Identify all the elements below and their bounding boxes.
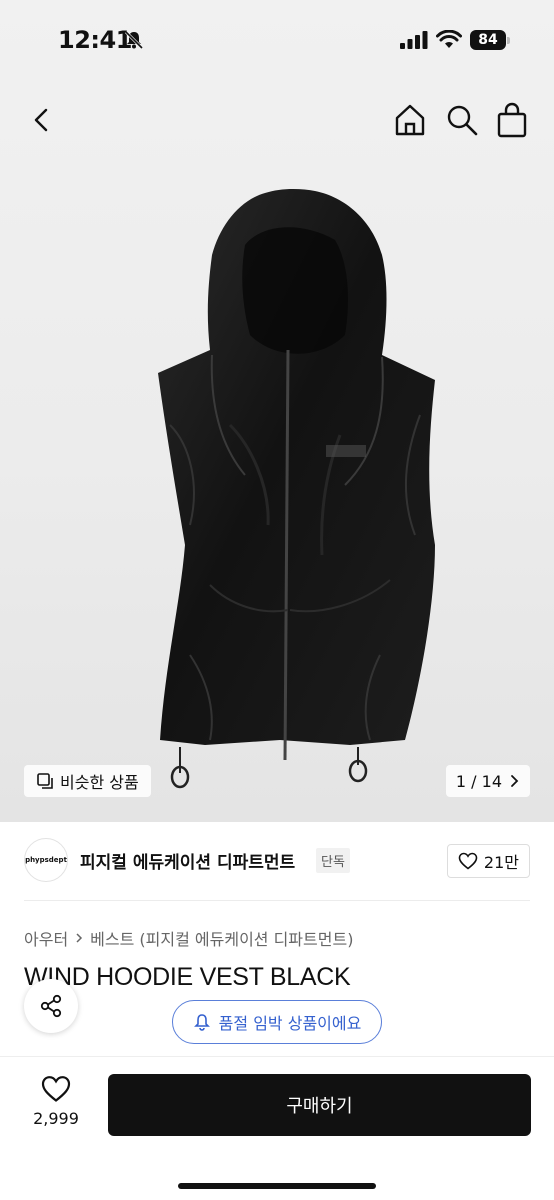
brand-like-count: 21만 [483,853,519,872]
soldout-notice[interactable]: 품절 임박 상품이에요 [172,1000,382,1044]
divider [24,900,530,901]
status-time: 12:41 [58,26,132,54]
breadcrumb: 아우터 베스트 (피지컬 에듀케이션 디파트먼트) [24,926,353,950]
product-image-gallery[interactable]: 12:41 84 비슷한 상품 1 / 14 [0,0,554,822]
bell-icon [193,1014,210,1031]
top-navigation [0,96,554,144]
brand-like-button[interactable]: 21만 [446,844,530,878]
wishlist-count: 2,999 [33,1109,79,1128]
soldout-notice-label: 품절 임박 상품이에요 [218,1014,362,1033]
brand-logo[interactable]: phypsdept [24,838,68,882]
share-button[interactable] [24,979,78,1033]
bottom-purchase-bar: 2,999 구매하기 [0,1056,554,1200]
similar-products-label: 비슷한 상품 [60,773,139,792]
cellular-signal-icon [400,31,428,49]
status-bar: 12:41 84 [0,0,554,80]
chevron-right-icon [76,933,83,943]
chevron-right-icon [511,775,519,787]
share-icon [40,994,62,1018]
back-icon[interactable] [24,102,60,138]
similar-products-button[interactable]: 비슷한 상품 [24,765,151,797]
search-icon[interactable] [444,102,480,138]
silent-bell-icon [124,30,144,50]
battery-level: 84 [470,30,506,50]
brand-row[interactable]: phypsdept 피지컬 에듀케이션 디파트먼트 단독 21만 [0,836,554,886]
breadcrumb-category[interactable]: 아우터 [24,926,68,950]
heart-icon [41,1076,71,1102]
wifi-icon [436,30,462,48]
copy-icon [37,773,53,789]
image-pager-label: 1 / 14 [455,771,502,791]
home-indicator [178,1183,376,1189]
shopping-bag-icon[interactable] [494,100,530,140]
image-pager[interactable]: 1 / 14 [445,765,530,797]
buy-button[interactable]: 구매하기 [108,1074,531,1136]
battery-indicator: 84 [470,30,510,50]
brand-name[interactable]: 피지컬 에듀케이션 디파트먼트 [80,848,295,873]
breadcrumb-subcategory[interactable]: 베스트 (피지컬 에듀케이션 디파트먼트) [90,926,353,950]
exclusive-badge: 단독 [316,848,350,873]
product-image-vest [158,188,435,789]
product-title: WIND HOODIE VEST BLACK [24,963,351,991]
home-icon[interactable] [392,100,428,140]
battery-tip [507,36,510,44]
heart-icon [458,852,478,870]
wishlist-button[interactable]: 2,999 [28,1075,84,1128]
